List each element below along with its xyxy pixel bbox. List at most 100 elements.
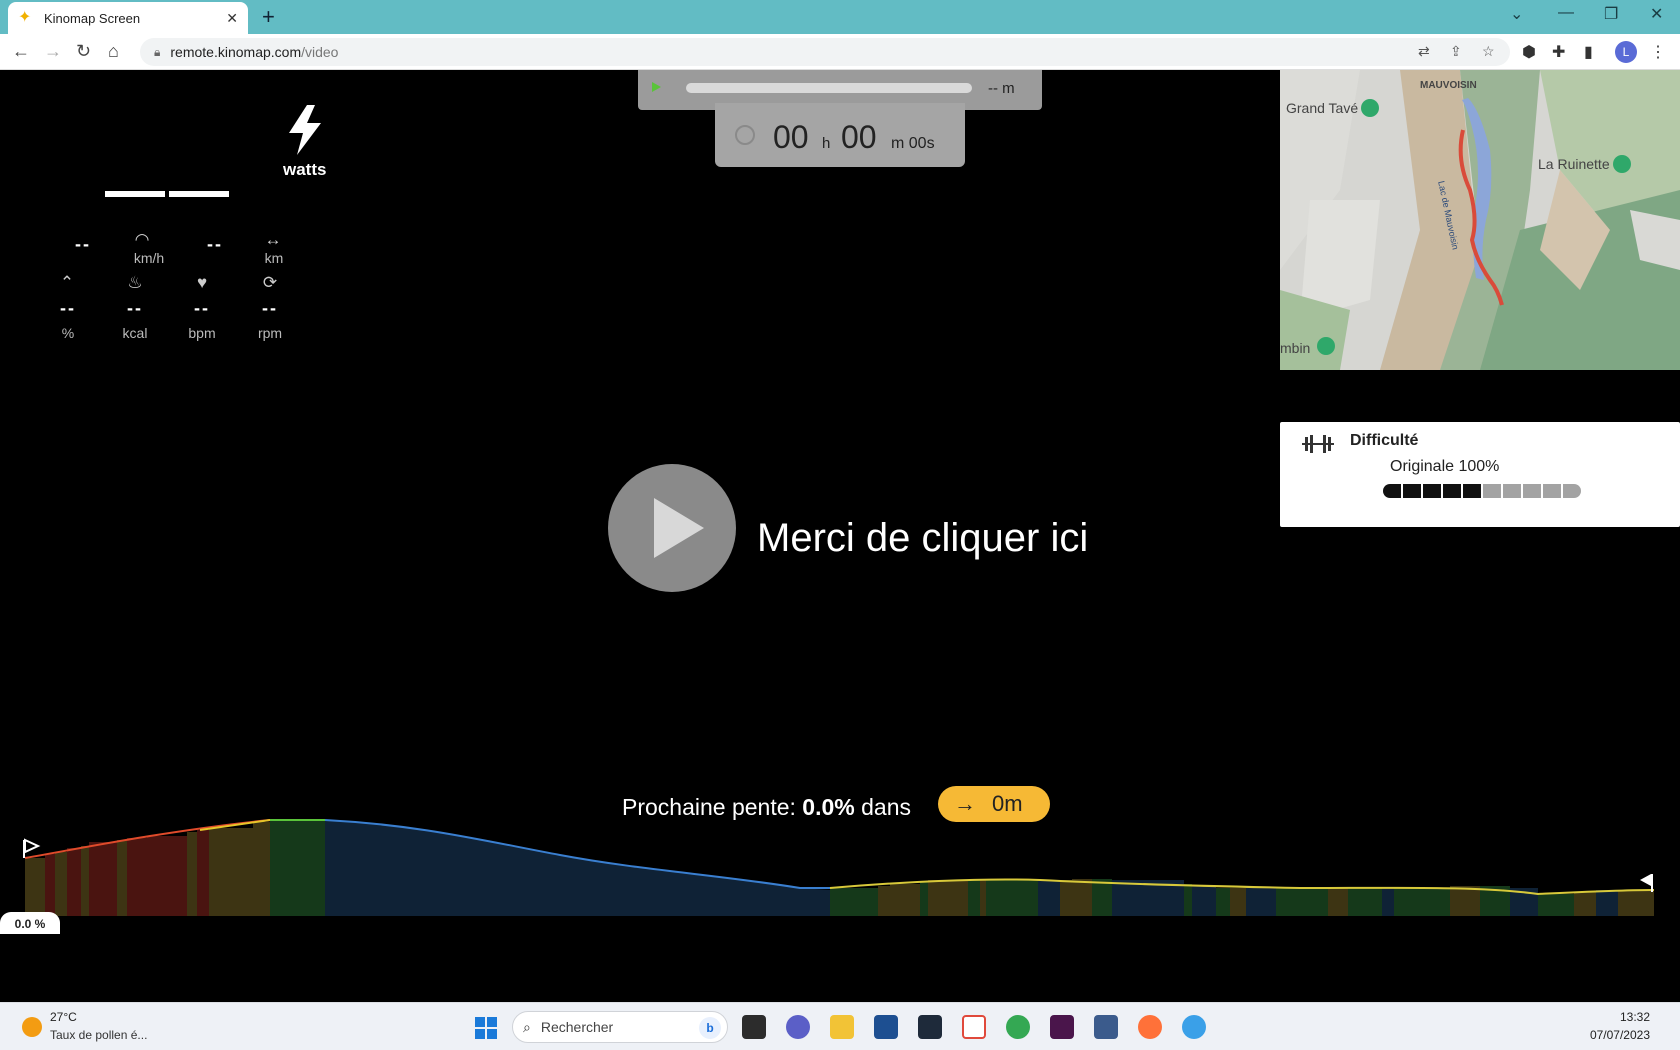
browser-tab-bar: ✦ Kinomap Screen ✕ + ⌄ — ❐ ✕ xyxy=(0,0,1680,34)
cadence-metric: -- rpm xyxy=(245,298,295,341)
bookmark-star-icon[interactable]: ☆ xyxy=(1482,43,1495,60)
calculator-icon[interactable] xyxy=(1094,1015,1118,1039)
lock-icon[interactable]: 🔒︎ xyxy=(154,45,160,60)
refresh-icon: ⟳ xyxy=(262,273,278,292)
current-slope-badge: 0.0 % xyxy=(0,912,60,934)
minimize-icon[interactable]: — xyxy=(1558,4,1574,22)
click-here-label[interactable]: Merci de cliquer ici xyxy=(757,516,1088,561)
url-host: remote.kinomap.com xyxy=(170,44,302,60)
map-label-combin: mbin xyxy=(1280,340,1311,356)
lightning-bolt-icon xyxy=(289,105,321,155)
system-time[interactable]: 13:32 xyxy=(1620,1010,1650,1024)
slope-value: -- xyxy=(60,298,76,318)
difficulty-level-label: Originale 100% xyxy=(1390,458,1500,475)
browser-tab[interactable]: ✦ Kinomap Screen ✕ xyxy=(8,2,248,34)
power-unit: watts xyxy=(283,160,327,179)
big-play-button[interactable] xyxy=(608,464,736,592)
snipping-tool-icon[interactable] xyxy=(962,1015,986,1039)
kinomap-favicon-icon: ✦ xyxy=(18,9,32,26)
home-icon[interactable]: ⌂ xyxy=(108,41,119,62)
play-icon xyxy=(654,498,704,558)
speed-metric: -- xyxy=(58,234,108,255)
elevation-profile[interactable] xyxy=(0,780,1680,920)
heart-icon: ♥ xyxy=(196,273,208,292)
calories-value: -- xyxy=(127,298,143,318)
progress-track[interactable] xyxy=(686,83,972,93)
difficulty-segment xyxy=(1483,484,1501,498)
speedometer-icon: ◠ xyxy=(134,230,150,249)
difficulty-segment xyxy=(1423,484,1441,498)
close-window-icon[interactable]: ✕ xyxy=(1650,4,1663,24)
distance-value: -- xyxy=(207,234,223,254)
bing-icon[interactable]: b xyxy=(699,1017,721,1039)
dumbbell-icon xyxy=(1302,435,1334,453)
cadence-value: -- xyxy=(262,298,278,318)
timer-minutes-unit-label: m xyxy=(891,135,905,152)
map-label-la-ruinette: La Ruinette xyxy=(1538,156,1610,172)
power-value: —— xyxy=(105,156,233,223)
side-panel-icon[interactable]: ▮ xyxy=(1584,42,1593,62)
start-windows-icon[interactable] xyxy=(475,1017,497,1039)
difficulty-segment xyxy=(1403,484,1421,498)
menu-kebab-icon[interactable]: ⋮ xyxy=(1650,42,1666,62)
slope-icon: ⌃ xyxy=(59,273,75,292)
new-tab-icon[interactable]: + xyxy=(262,4,275,30)
back-icon[interactable]: ← xyxy=(12,41,30,62)
difficulty-segment xyxy=(1463,484,1481,498)
reload-icon[interactable]: ↻ xyxy=(76,41,91,62)
browser-nav-bar: ← → ↻ ⌂ 🔒︎ remote.kinomap.com/video ⇄ ⇪ … xyxy=(0,34,1680,70)
timer-hours: 00 xyxy=(773,119,809,155)
taskbar-search[interactable]: ⌕ Rechercher b xyxy=(512,1011,728,1043)
difficulty-title: Difficulté xyxy=(1350,432,1419,449)
slope-metric: -- % xyxy=(43,298,93,341)
paint-icon[interactable] xyxy=(1182,1015,1206,1039)
speed-unit-wrap: km/h xyxy=(124,250,174,266)
weather-sun-icon[interactable] xyxy=(22,1017,42,1037)
chrome-icon[interactable] xyxy=(1006,1015,1030,1039)
map-label-grand-tave: Grand Tavé xyxy=(1286,100,1359,116)
task-view-icon[interactable] xyxy=(742,1015,766,1039)
weather-description[interactable]: Taux de pollen é... xyxy=(50,1028,147,1042)
difficulty-segment xyxy=(1443,484,1461,498)
tab-search-icon[interactable]: ⌄ xyxy=(1510,4,1523,24)
profile-avatar[interactable]: L xyxy=(1615,41,1637,63)
distance-unit: km xyxy=(264,250,284,266)
small-play-icon[interactable] xyxy=(652,82,661,92)
weather-temperature[interactable]: 27°C xyxy=(50,1010,77,1024)
firefox-icon[interactable] xyxy=(1138,1015,1162,1039)
slack-icon[interactable] xyxy=(1050,1015,1074,1039)
difficulty-segment xyxy=(1543,484,1561,498)
forward-icon[interactable]: → xyxy=(44,41,62,62)
extensions-puzzle-icon[interactable]: ✚ xyxy=(1552,42,1565,62)
maximize-icon[interactable]: ❐ xyxy=(1604,4,1618,24)
elapsed-timer: 00 h 00 m 00s xyxy=(715,103,965,167)
store-icon[interactable] xyxy=(874,1015,898,1039)
slope-unit: % xyxy=(61,325,75,341)
map-label-mauvoisin: MAUVOISIN xyxy=(1420,80,1477,91)
search-placeholder: Rechercher xyxy=(540,1019,614,1035)
app-shield-icon[interactable] xyxy=(918,1015,942,1039)
flame-icon: ♨ xyxy=(127,273,143,292)
timer-minutes-unit: m 00s xyxy=(891,135,935,153)
clock-icon xyxy=(735,125,755,145)
heart-rate-value: -- xyxy=(194,298,210,318)
system-date[interactable]: 07/07/2023 xyxy=(1590,1028,1650,1042)
timer-hours-unit: h xyxy=(822,135,831,152)
file-explorer-icon[interactable] xyxy=(830,1015,854,1039)
route-map[interactable]: MAUVOISIN Grand Tavé La Ruinette Lac de … xyxy=(1280,70,1680,370)
translate-icon[interactable]: ⇄ xyxy=(1418,43,1430,60)
profile-segments xyxy=(25,820,1654,916)
speed-unit: km/h xyxy=(133,250,165,266)
distance-arrows-icon: ↔ xyxy=(264,230,282,249)
address-bar[interactable]: 🔒︎ remote.kinomap.com/video ⇄ ⇪ ☆ xyxy=(140,38,1510,66)
calories-unit: kcal xyxy=(122,325,148,341)
difficulty-bar[interactable] xyxy=(1383,484,1581,498)
difficulty-segment xyxy=(1563,484,1581,498)
share-icon[interactable]: ⇪ xyxy=(1450,43,1462,60)
teams-chat-icon[interactable] xyxy=(786,1015,810,1039)
screen: ✦ Kinomap Screen ✕ + ⌄ — ❐ ✕ ← → ↻ ⌂ 🔒︎ … xyxy=(0,0,1680,1050)
extension-icon[interactable]: ⬢ xyxy=(1522,42,1536,62)
windows-taskbar: 27°C Taux de pollen é... ⌕ Rechercher b … xyxy=(0,1002,1680,1050)
timer-minutes: 00 xyxy=(841,119,877,155)
close-tab-icon[interactable]: ✕ xyxy=(226,10,238,27)
